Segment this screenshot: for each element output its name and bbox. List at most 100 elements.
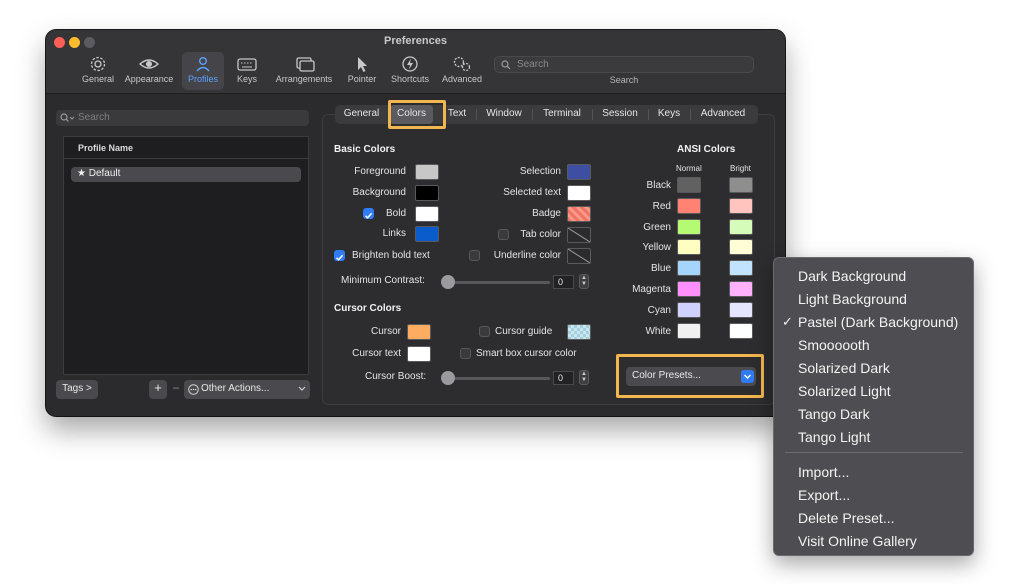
underline-color-swatch[interactable] xyxy=(567,248,591,264)
color-presets-button[interactable]: Color Presets... xyxy=(626,367,756,386)
menu-item-export[interactable]: Export... xyxy=(798,487,850,503)
ansi-cyan-normal-swatch[interactable] xyxy=(677,302,701,318)
lightning-icon xyxy=(402,56,418,72)
menu-item-delete-preset[interactable]: Delete Preset... xyxy=(798,510,895,526)
badge-swatch[interactable] xyxy=(567,206,591,222)
min-contrast-slider[interactable] xyxy=(444,281,550,284)
tab-session[interactable]: Session xyxy=(595,105,645,124)
profile-row-default[interactable]: ★ Default xyxy=(71,167,301,182)
cursor-boost-slider[interactable] xyxy=(444,377,550,380)
toolbar-profiles-label: Profiles xyxy=(187,74,218,84)
ansi-yellow-bright-swatch[interactable] xyxy=(729,239,753,255)
min-contrast-field[interactable]: 0 xyxy=(553,275,574,289)
tab-color-label: Tab color xyxy=(520,229,561,240)
toolbar-keys[interactable]: Keys xyxy=(229,52,265,90)
profile-search-input[interactable]: Search xyxy=(56,110,309,126)
ansi-green-bright-swatch[interactable] xyxy=(729,219,753,235)
ansi-blue-label: Blue xyxy=(650,263,671,274)
toolbar-search-placeholder: Search xyxy=(517,59,549,70)
ansi-yellow-normal-swatch[interactable] xyxy=(677,239,701,255)
ansi-colors-heading: ANSI Colors xyxy=(677,144,736,155)
toolbar-pointer[interactable]: Pointer xyxy=(342,52,382,90)
tab-terminal[interactable]: Terminal xyxy=(535,105,589,124)
search-icon xyxy=(60,113,74,122)
selection-swatch[interactable] xyxy=(567,164,591,180)
keyboard-icon xyxy=(237,58,257,71)
menu-item-solarized-light[interactable]: Solarized Light xyxy=(798,383,891,399)
cursor-colors-heading: Cursor Colors xyxy=(334,303,402,314)
ansi-white-bright-swatch[interactable] xyxy=(729,323,753,339)
toolbar-advanced[interactable]: Advanced xyxy=(438,52,486,90)
menu-item-tango-light[interactable]: Tango Light xyxy=(798,429,870,445)
ansi-cyan-label: Cyan xyxy=(647,305,671,316)
search-icon xyxy=(501,60,511,70)
menu-item-dark-background[interactable]: Dark Background xyxy=(798,268,906,284)
toolbar-profiles[interactable]: Profiles xyxy=(182,52,224,90)
other-actions-button[interactable]: Other Actions... xyxy=(184,380,310,399)
links-swatch[interactable] xyxy=(415,226,439,242)
menu-item-light-background[interactable]: Light Background xyxy=(798,291,907,307)
brighten-bold-checkbox[interactable] xyxy=(334,250,345,261)
ansi-white-normal-swatch[interactable] xyxy=(677,323,701,339)
no-color-slash-icon xyxy=(567,227,591,243)
ansi-black-bright-swatch[interactable] xyxy=(729,177,753,193)
ansi-blue-normal-swatch[interactable] xyxy=(677,260,701,276)
cursor-boost-field[interactable]: 0 xyxy=(553,371,574,385)
menu-item-smoooooth[interactable]: Smoooooth xyxy=(798,337,870,353)
menu-item-pastel-dark-background[interactable]: Pastel (Dark Background) xyxy=(798,314,958,330)
foreground-swatch[interactable] xyxy=(415,164,439,180)
ansi-magenta-label: Magenta xyxy=(632,284,671,295)
ansi-red-normal-swatch[interactable] xyxy=(677,198,701,214)
ansi-blue-bright-swatch[interactable] xyxy=(729,260,753,276)
links-label: Links xyxy=(382,228,406,239)
menu-item-visit-online-gallery[interactable]: Visit Online Gallery xyxy=(798,533,917,549)
cursor-swatch[interactable] xyxy=(407,324,431,340)
ansi-black-normal-swatch[interactable] xyxy=(677,177,701,193)
ansi-magenta-bright-swatch[interactable] xyxy=(729,281,753,297)
tab-general[interactable]: General xyxy=(339,105,384,124)
cursor-text-swatch[interactable] xyxy=(407,346,431,362)
ansi-red-bright-swatch[interactable] xyxy=(729,198,753,214)
min-contrast-slider-knob[interactable] xyxy=(441,275,455,289)
tab-keys[interactable]: Keys xyxy=(651,105,687,124)
toolbar-advanced-label: Advanced xyxy=(441,74,483,84)
menu-item-import[interactable]: Import... xyxy=(798,464,849,480)
chevron-down-icon xyxy=(744,374,751,379)
cursor-guide-swatch[interactable] xyxy=(567,324,591,340)
tab-advanced[interactable]: Advanced xyxy=(693,105,753,124)
remove-profile-button[interactable]: − xyxy=(168,380,184,399)
ansi-cyan-bright-swatch[interactable] xyxy=(729,302,753,318)
toolbar-appearance[interactable]: Appearance xyxy=(122,52,176,90)
gears-icon xyxy=(453,56,471,72)
ansi-green-normal-swatch[interactable] xyxy=(677,219,701,235)
other-actions-label: Other Actions... xyxy=(201,383,270,394)
cursor-boost-stepper[interactable]: ▲ ▼ xyxy=(579,370,589,385)
selected-text-swatch[interactable] xyxy=(567,185,591,201)
popup-chevron xyxy=(741,370,754,383)
cursor-boost-slider-knob[interactable] xyxy=(441,371,455,385)
checkmark-icon xyxy=(335,254,344,261)
toolbar-shortcuts[interactable]: Shortcuts xyxy=(387,52,433,90)
ansi-magenta-normal-swatch[interactable] xyxy=(677,281,701,297)
cursor-guide-checkbox[interactable] xyxy=(479,326,490,337)
min-contrast-stepper[interactable]: ▲ ▼ xyxy=(579,274,589,289)
menu-item-tango-dark[interactable]: Tango Dark xyxy=(798,406,870,422)
background-swatch[interactable] xyxy=(415,185,439,201)
toolbar-search-caption: Search xyxy=(609,75,639,85)
profile-search-placeholder: Search xyxy=(78,112,110,123)
tab-window[interactable]: Window xyxy=(479,105,529,124)
no-color-slash-icon xyxy=(567,248,591,264)
eye-icon xyxy=(138,59,160,69)
menu-separator xyxy=(785,452,963,453)
bold-swatch[interactable] xyxy=(415,206,439,222)
toolbar-search-input[interactable]: Search xyxy=(494,56,754,73)
tags-button[interactable]: Tags > xyxy=(56,380,98,399)
tab-color-swatch[interactable] xyxy=(567,227,591,243)
profile-name-header[interactable]: Profile Name xyxy=(64,137,308,159)
toolbar-arrangements[interactable]: Arrangements xyxy=(272,52,336,90)
smart-box-checkbox[interactable] xyxy=(460,348,471,359)
menu-item-solarized-dark[interactable]: Solarized Dark xyxy=(798,360,890,376)
tab-separator xyxy=(648,109,649,120)
add-profile-button[interactable]: + xyxy=(149,380,167,399)
toolbar-general[interactable]: General xyxy=(78,52,118,90)
